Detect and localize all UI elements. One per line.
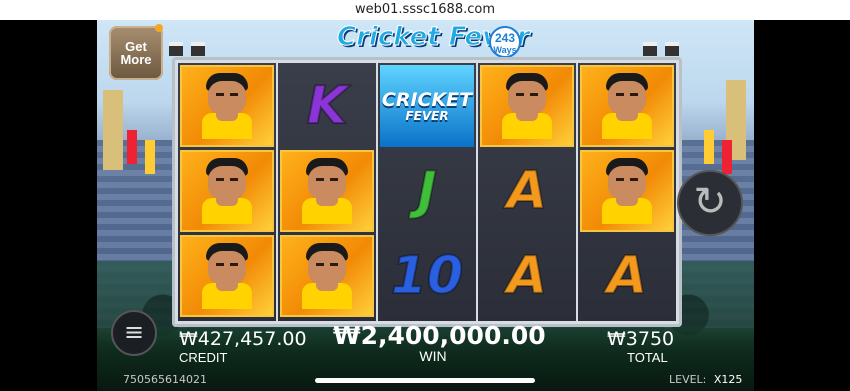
credit-value: ₩427,457.00 [179, 328, 307, 350]
reel-1 [178, 63, 276, 321]
win-label: WIN [419, 348, 447, 364]
symbol-player [280, 235, 374, 317]
symbol-k: K [280, 65, 374, 147]
logo-symbol-text: CRICKET FEVER [381, 88, 473, 123]
symbol-10: 10 [380, 235, 474, 317]
light-tower [103, 90, 123, 170]
spin-button[interactable]: ↻ [677, 170, 743, 236]
game-area: Get More Cricket Fever 243 Ways K CRICKET… [97, 20, 754, 391]
symbol-letter: 10 [390, 245, 464, 307]
symbol-cricket-fever-logo: CRICKET FEVER [380, 65, 474, 147]
level-value: X125 [713, 373, 743, 386]
spin-refresh-icon: ↻ [693, 179, 727, 225]
symbol-player [580, 150, 674, 232]
player-icon [596, 156, 658, 226]
symbol-player [280, 150, 374, 232]
ways-badge: 243 Ways [489, 26, 521, 58]
credit-label: CREDIT [179, 350, 228, 365]
reel-5: A [578, 63, 676, 321]
logo-symbol-line2: FEVER [405, 108, 449, 123]
symbol-player [180, 150, 274, 232]
player-icon [196, 71, 258, 141]
symbol-a: A [580, 235, 674, 317]
symbol-letter: A [506, 245, 548, 307]
symbol-letter: A [606, 245, 648, 307]
browser-url-bar[interactable]: web01.sssc1688.com [0, 0, 850, 20]
stadium-lamp-icon [191, 42, 205, 56]
flag [722, 140, 732, 174]
reel-4: AA [478, 63, 576, 321]
reel-grid: K CRICKET FEVER J 10 A A A [172, 57, 682, 327]
stadium-lamp-icon [665, 42, 679, 56]
ways-number: 243 [494, 31, 516, 45]
reel-3: CRICKET FEVER J 10 [378, 63, 476, 321]
stadium-lamp-icon [643, 42, 657, 56]
symbol-player [180, 65, 274, 147]
get-more-button[interactable]: Get More [109, 26, 163, 80]
player-icon [296, 156, 358, 226]
notification-dot-icon [155, 24, 163, 32]
symbol-player [580, 65, 674, 147]
player-icon [196, 241, 258, 311]
ways-label: Ways [493, 45, 517, 55]
flag [145, 140, 155, 174]
win-value: ₩2,400,000.00 [333, 321, 546, 350]
symbol-a: A [480, 150, 574, 232]
flag [127, 130, 137, 164]
total-value: ₩3750 [607, 328, 675, 350]
menu-button[interactable]: ≡ [111, 310, 157, 356]
symbol-letter: J [416, 160, 437, 222]
stadium-lamp-icon [169, 42, 183, 56]
symbol-a: A [480, 235, 574, 317]
level-display: LEVEL: X125 [669, 373, 742, 386]
credit-display: ₩427,457.00 CREDIT [179, 328, 307, 365]
total-label: TOTAL [627, 350, 668, 365]
hamburger-menu-icon: ≡ [123, 318, 145, 346]
symbol-j: J [380, 150, 474, 232]
level-label: LEVEL: [669, 373, 707, 386]
symbol-player [480, 65, 574, 147]
player-icon [496, 71, 558, 141]
get-more-line2: More [120, 52, 152, 67]
logo-symbol-line1: CRICKET [381, 88, 473, 111]
home-indicator[interactable] [315, 378, 535, 383]
flag [704, 130, 714, 164]
symbol-player [180, 235, 274, 317]
win-display: ₩2,400,000.00 WIN [333, 321, 546, 364]
player-icon [196, 156, 258, 226]
round-id: 750565614021 [123, 373, 207, 386]
player-icon [296, 241, 358, 311]
total-display: ₩3750 TOTAL [607, 328, 674, 365]
player-icon [596, 71, 658, 141]
symbol-letter: K [306, 75, 348, 137]
symbol-letter: A [506, 160, 548, 222]
reel-2: K [278, 63, 376, 321]
